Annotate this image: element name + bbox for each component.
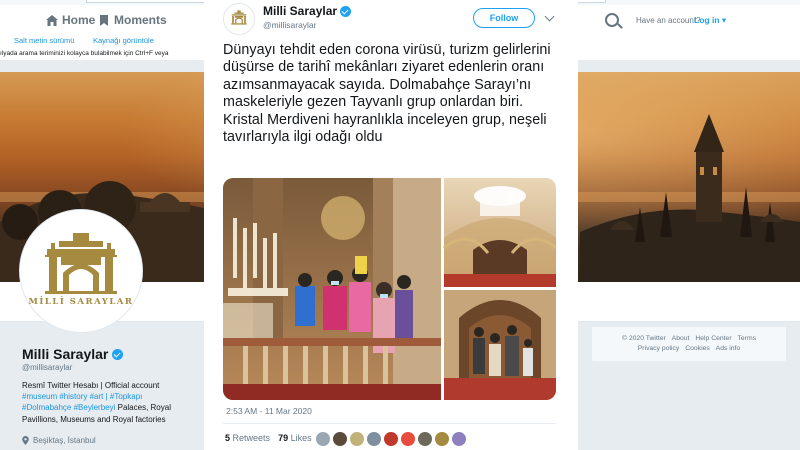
footer-help-link[interactable]: Help Center [695, 335, 731, 342]
profile-name-text: Milli Saraylar [22, 346, 109, 362]
liker-avatar[interactable] [417, 431, 433, 447]
plain-text-link[interactable]: Salt metin sürümü [14, 36, 74, 45]
location-text: Beşiktaş, İstanbul [33, 436, 96, 445]
home-icon [46, 14, 58, 26]
profile-location: Beşiktaş, İstanbul [22, 436, 96, 445]
tweet-media-grid[interactable] [223, 178, 556, 400]
tweet-author-avatar[interactable] [223, 3, 255, 35]
bio-line: Pavillions, Museums and Royal factories [22, 414, 166, 424]
liker-avatar[interactable] [366, 431, 382, 447]
view-source-link[interactable]: Kaynağı görüntüle [93, 36, 154, 45]
bio-line: Resmî Twitter Hesabı | Official account [22, 381, 160, 390]
search-icon[interactable] [605, 13, 619, 27]
liker-avatar[interactable] [451, 431, 467, 447]
verified-icon [112, 348, 124, 360]
nav-moments-label: Moments [114, 13, 167, 27]
footer-privacy-link[interactable]: Privacy policy [638, 345, 680, 352]
bio-hashtags[interactable]: #Dolmabahçe #Beylerbeyi [22, 403, 115, 412]
retweets-count: 5 [225, 433, 231, 443]
profile-bio: Resmî Twitter Hesabı | Official account … [22, 380, 198, 425]
profile-avatar[interactable]: MİLLİ SARAYLAR [20, 210, 142, 332]
palace-gate-logo [45, 233, 117, 294]
likes-label: Likes [290, 433, 312, 443]
liker-avatar[interactable] [349, 431, 365, 447]
profile-handle[interactable]: @millisaraylar [22, 363, 72, 372]
likes-count: 79 [278, 433, 289, 443]
footer-ads-link[interactable]: Ads info [716, 345, 741, 352]
footer-about-link[interactable]: About [672, 335, 690, 342]
liker-avatar[interactable] [383, 431, 399, 447]
footer-cookies-link[interactable]: Cookies [685, 345, 710, 352]
retweets-stat[interactable]: 5 Retweets [225, 433, 270, 443]
liker-avatars [315, 431, 467, 447]
bio-hashtags[interactable]: #museum #history #art | #Topkapı [22, 391, 198, 402]
tweet-author-name-text: Milli Saraylar [263, 4, 338, 18]
photo-group-on-stairs[interactable] [444, 290, 556, 400]
tweet-stats: 5 Retweets 79 Likes [225, 433, 312, 443]
search-hint-text: ılyada arama teriminizi kolayca bulabilm… [0, 50, 169, 57]
tweet-author-handle[interactable]: @millisaraylar [263, 20, 317, 30]
location-pin-icon [22, 436, 29, 445]
avatar-wordmark: MİLLİ SARAYLAR [28, 297, 134, 307]
verified-icon [340, 5, 352, 17]
have-account-text: Have an account? [636, 16, 701, 25]
photo-crystal-staircase-group[interactable] [223, 178, 441, 400]
liker-avatar[interactable] [400, 431, 416, 447]
tweet-text: Dünyayı tehdit eden corona virüsü, turiz… [223, 42, 551, 146]
follow-button[interactable]: Follow [473, 8, 535, 28]
nav-home[interactable]: Home [46, 13, 95, 27]
tweet-modal: Milli Saraylar @millisaraylar Follow Dün… [204, 0, 578, 450]
chevron-down-icon[interactable] [544, 11, 555, 22]
palace-gate-logo [231, 10, 247, 25]
footer-copyright: © 2020 Twitter [621, 335, 666, 342]
divider [223, 423, 556, 424]
retweets-label: Retweets [232, 433, 271, 443]
login-link[interactable]: Log in ▾ [694, 15, 726, 26]
footer-terms-link[interactable]: Terms [738, 335, 757, 342]
tweet-author-name[interactable]: Milli Saraylar [263, 4, 352, 18]
liker-avatar[interactable] [315, 431, 331, 447]
nav-moments[interactable]: Moments [98, 13, 167, 27]
tweet-timestamp[interactable]: 2:53 AM - 11 Mar 2020 [226, 406, 312, 416]
profile-name[interactable]: Milli Saraylar [22, 346, 124, 362]
likes-stat[interactable]: 79 Likes [278, 433, 312, 443]
bio-text: Palaces, Royal [115, 403, 171, 413]
photo-crystal-staircase[interactable] [443, 178, 556, 287]
liker-avatar[interactable] [434, 431, 450, 447]
nav-home-label: Home [62, 13, 96, 27]
footer-links: © 2020 Twitter About Help Center Terms P… [599, 334, 779, 354]
moments-icon [100, 14, 108, 26]
liker-avatar[interactable] [332, 431, 348, 447]
bio-line: #Dolmabahçe #Beylerbeyi Palaces, Royal [22, 402, 198, 413]
